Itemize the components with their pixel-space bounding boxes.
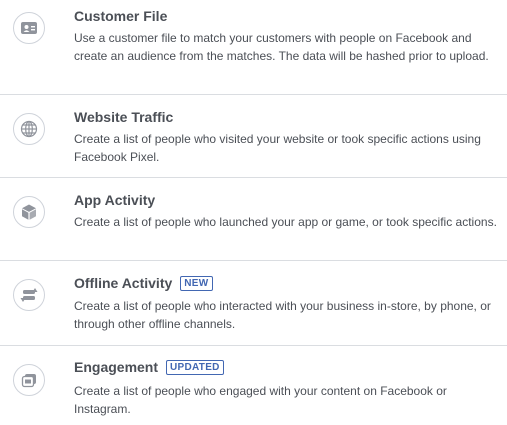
option-title: Offline Activity	[74, 275, 173, 291]
cube-icon	[13, 196, 45, 228]
option-description: Create a list of people who launched you…	[74, 215, 497, 229]
customer-file-icon	[13, 12, 45, 44]
engagement-icon	[13, 364, 45, 396]
globe-icon	[13, 113, 45, 145]
option-engagement[interactable]: Engagement UPDATED Create a list of peop…	[0, 346, 507, 425]
option-customer-file[interactable]: Customer File Use a customer file to mat…	[0, 0, 507, 94]
offline-sync-icon	[13, 279, 45, 311]
option-title: Website Traffic	[74, 109, 174, 125]
option-title: App Activity	[74, 192, 156, 208]
option-description: Use a customer file to match your custom…	[74, 31, 489, 63]
option-description: Create a list of people who engaged with…	[74, 384, 447, 416]
option-description: Create a list of people who visited your…	[74, 132, 481, 164]
option-app-activity[interactable]: App Activity Create a list of people who…	[0, 178, 507, 260]
option-website-traffic[interactable]: Website Traffic Create a list of people …	[0, 95, 507, 177]
option-description: Create a list of people who interacted w…	[74, 299, 491, 331]
option-title: Customer File	[74, 8, 168, 24]
audience-source-list: Customer File Use a customer file to mat…	[0, 0, 507, 425]
new-badge: NEW	[180, 275, 213, 291]
option-offline-activity[interactable]: Offline Activity NEW Create a list of pe…	[0, 261, 507, 345]
option-title: Engagement	[74, 359, 159, 375]
updated-badge: UPDATED	[166, 359, 224, 375]
